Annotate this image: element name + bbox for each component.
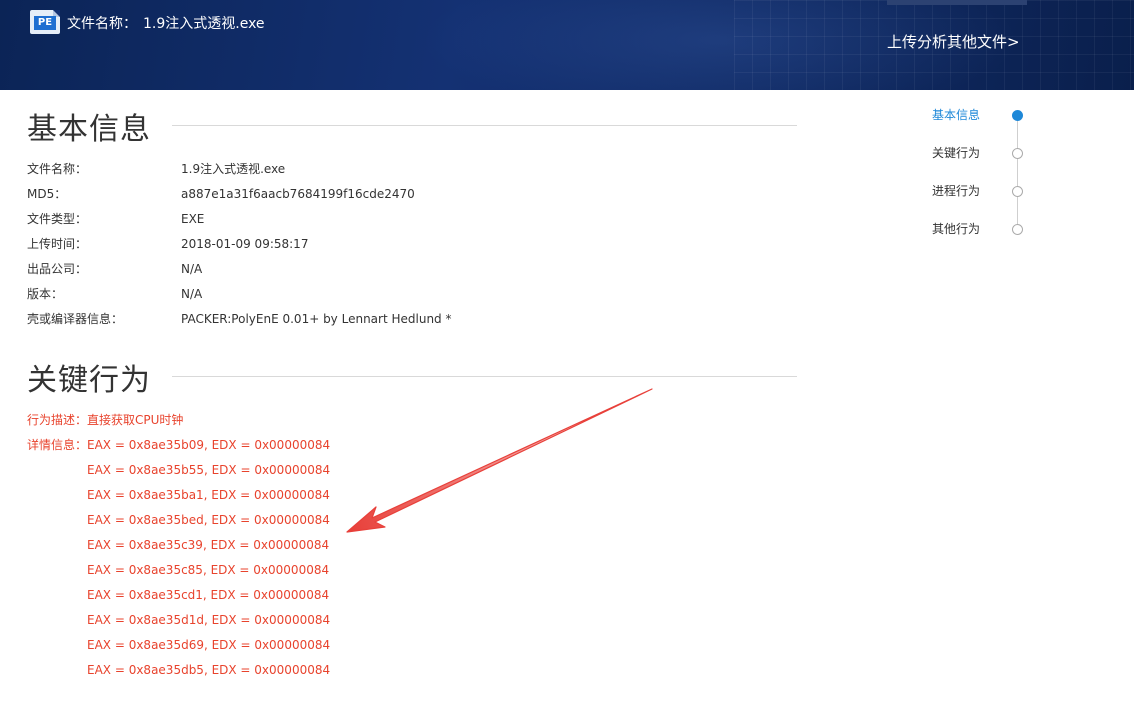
annotation-arrow-icon [346,388,653,533]
